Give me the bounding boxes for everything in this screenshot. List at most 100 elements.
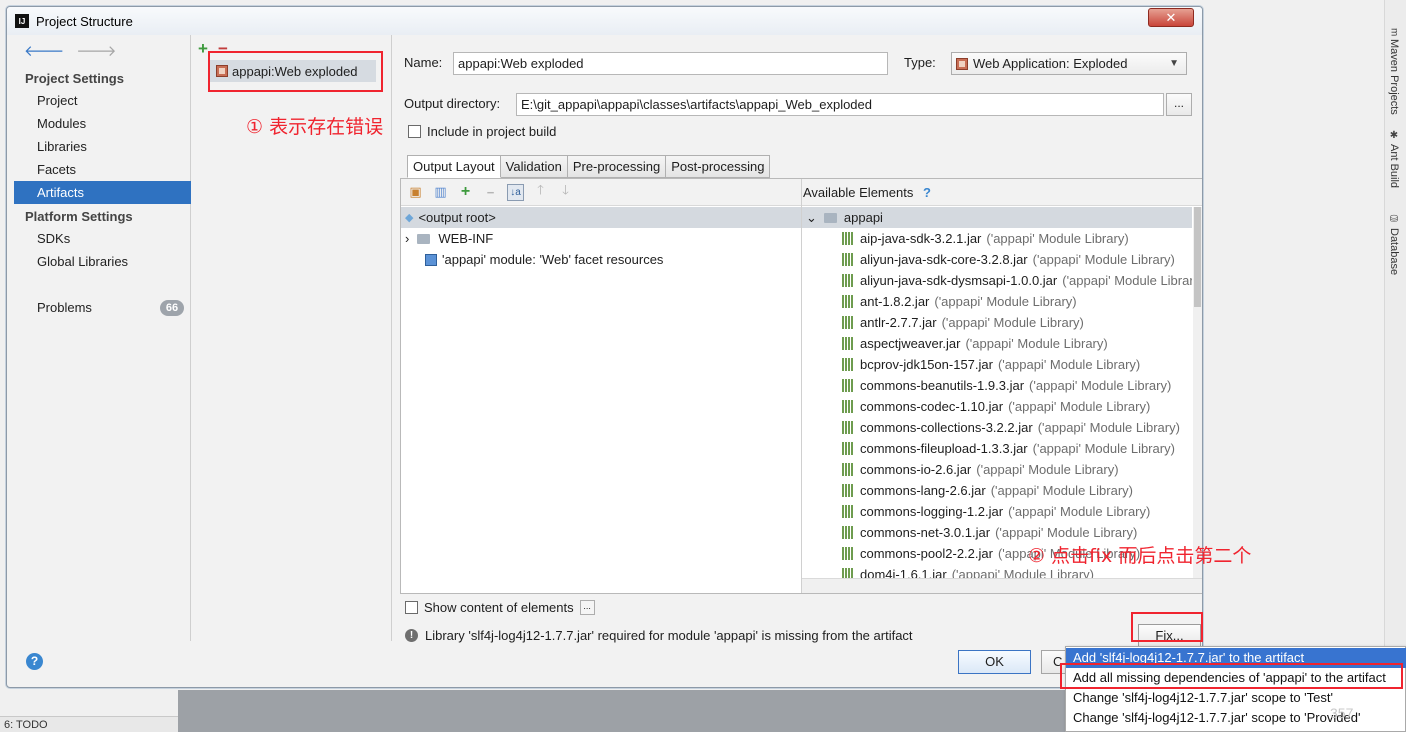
scrollbar-thumb[interactable] — [1194, 207, 1201, 307]
annotation-note-error: ① 表示存在错误 — [246, 116, 384, 138]
jar-library-icon — [842, 379, 855, 392]
library-row[interactable]: aspectjweaver.jar ('appapi' Module Librar… — [842, 333, 1108, 354]
output-root-icon: ◆ — [405, 212, 414, 224]
library-row[interactable]: commons-collections-3.2.2.jar ('appapi' M… — [842, 417, 1180, 438]
library-scope: ('appapi' Module Library) — [986, 231, 1129, 246]
output-layout-panel: ▣ ▥ + − ↓a 🡑 🡓 Available Elements ? ◆ <o… — [400, 178, 1202, 594]
jar-library-icon — [842, 463, 855, 476]
library-row[interactable]: commons-fileupload-1.3.3.jar ('appapi' Mo… — [842, 438, 1175, 459]
create-folder-icon[interactable]: ▣ — [407, 184, 424, 201]
nav-item-artifacts[interactable]: Artifacts — [14, 181, 191, 204]
jar-library-icon — [842, 421, 855, 434]
name-input[interactable]: appapi:Web exploded — [453, 52, 888, 75]
library-scope: ('appapi' Module Library) — [951, 567, 1094, 578]
sort-icon[interactable]: ↓a — [507, 183, 524, 201]
library-row[interactable]: ant-1.8.2.jar ('appapi' Module Library) — [842, 291, 1077, 312]
back-arrow-icon[interactable]: 🡐 — [24, 41, 64, 60]
library-name: commons-io-2.6.jar — [860, 462, 972, 477]
library-row[interactable]: commons-io-2.6.jar ('appapi' Module Libra… — [842, 459, 1119, 480]
library-row[interactable]: commons-codec-1.10.jar ('appapi' Module L… — [842, 396, 1150, 417]
library-scope: ('appapi' Module Library) — [934, 294, 1077, 309]
nav-item-problems[interactable]: Problems 66 — [14, 296, 191, 319]
popup-item-scope-test[interactable]: Change 'slf4j-log4j12-1.7.7.jar' scope t… — [1066, 688, 1406, 708]
nav-item-global-libraries[interactable]: Global Libraries — [14, 250, 191, 273]
library-row[interactable]: aliyun-java-sdk-core-3.2.8.jar ('appapi' … — [842, 249, 1175, 270]
tree-row-web-inf[interactable]: › WEB-INF — [401, 228, 493, 249]
jar-library-icon — [842, 295, 855, 308]
project-settings-header: Project Settings — [25, 71, 124, 86]
add-artifact-icon[interactable]: + — [198, 39, 208, 59]
todo-tool-bar[interactable]: 6: TODO — [0, 716, 178, 732]
tree-row-facet-resources[interactable]: 'appapi' module: 'Web' facet resources — [401, 249, 663, 270]
library-row[interactable]: aip-java-sdk-3.2.1.jar ('appapi' Module L… — [842, 228, 1129, 249]
help-question-icon[interactable]: ? — [923, 185, 931, 200]
horizontal-scrollbar[interactable] — [802, 578, 1202, 593]
chevron-down-icon[interactable]: ⌄ — [806, 210, 817, 226]
jar-library-icon — [842, 316, 855, 329]
type-dropdown[interactable]: Web Application: Exploded ▼ — [951, 52, 1187, 75]
output-root-row[interactable]: ◆ <output root> — [401, 207, 801, 228]
library-row[interactable]: commons-logging-1.2.jar ('appapi' Module … — [842, 501, 1150, 522]
nav-item-libraries[interactable]: Libraries — [14, 135, 191, 158]
ant-build-tool[interactable]: ✱ Ant Build — [1388, 130, 1400, 188]
library-name: commons-collections-3.2.2.jar — [860, 420, 1033, 435]
layout-toolbar: ▣ ▥ + − ↓a 🡑 🡓 — [401, 179, 801, 206]
nav-item-sdks[interactable]: SDKs — [14, 227, 191, 250]
library-scope: ('appapi' Module Library) — [1037, 420, 1180, 435]
jar-library-icon — [842, 232, 855, 245]
library-row[interactable]: antlr-2.7.7.jar ('appapi' Module Library) — [842, 312, 1084, 333]
archive-icon[interactable]: ▥ — [432, 184, 449, 201]
library-name: bcprov-jdk15on-157.jar — [860, 357, 993, 372]
nav-item-project[interactable]: Project — [14, 89, 191, 112]
library-name: commons-pool2-2.2.jar — [860, 546, 993, 561]
todo-label[interactable]: 6: TODO — [4, 719, 48, 731]
library-row[interactable]: commons-net-3.0.1.jar ('appapi' Module Li… — [842, 522, 1137, 543]
web-inf-label: WEB-INF — [438, 231, 494, 246]
jar-library-icon — [842, 400, 855, 413]
include-build-checkbox[interactable] — [408, 125, 421, 138]
maven-projects-label: Maven Projects — [1388, 39, 1400, 116]
tab-post-processing[interactable]: Post-processing — [666, 155, 771, 178]
move-down-icon[interactable]: 🡓 — [557, 182, 574, 201]
ok-button[interactable]: OK — [958, 650, 1031, 674]
library-row[interactable]: aliyun-java-sdk-dysmsapi-1.0.0.jar ('appa… — [842, 270, 1192, 291]
chevron-right-icon[interactable]: › — [405, 231, 409, 246]
show-content-options-button[interactable]: ... — [579, 600, 595, 615]
nav-item-facets[interactable]: Facets — [14, 158, 191, 181]
jar-library-icon — [842, 253, 855, 266]
facet-resources-label: 'appapi' module: 'Web' facet resources — [442, 252, 664, 267]
annotation-note-fix: ② 点击fix 而后点击第二个 — [1028, 545, 1252, 567]
forward-arrow-icon[interactable]: 🡒 — [76, 41, 116, 60]
tab-output-layout[interactable]: Output Layout — [407, 155, 501, 178]
appapi-module-row[interactable]: ⌄ appapi — [802, 207, 1192, 228]
title-bar[interactable]: IJ Project Structure ✕ — [7, 7, 1202, 35]
editor-area — [178, 690, 1065, 732]
show-content-checkbox[interactable] — [405, 601, 418, 614]
maven-projects-tool[interactable]: m Maven Projects — [1388, 28, 1400, 115]
library-scope: ('appapi' Module Library) — [1008, 504, 1151, 519]
move-up-icon[interactable]: 🡑 — [532, 182, 549, 201]
close-button[interactable]: ✕ — [1148, 8, 1194, 27]
help-button[interactable]: ? — [26, 653, 43, 670]
output-directory-label: Output directory: — [404, 96, 501, 111]
library-row[interactable]: commons-lang-2.6.jar ('appapi' Module Lib… — [842, 480, 1133, 501]
output-directory-input[interactable]: E:\git_appapi\appapi\classes\artifacts\a… — [516, 93, 1164, 116]
nav-item-modules[interactable]: Modules — [14, 112, 191, 135]
library-scope: ('appapi' Module Library) — [965, 336, 1108, 351]
tab-pre-processing[interactable]: Pre-processing — [567, 155, 667, 178]
tab-validation[interactable]: Validation — [500, 155, 568, 178]
remove-icon[interactable]: − — [482, 184, 499, 201]
vertical-scrollbar[interactable] — [1193, 207, 1202, 578]
library-row[interactable]: commons-beanutils-1.9.3.jar ('appapi' Mod… — [842, 375, 1171, 396]
layout-tabs: Output Layout Validation Pre-processing … — [407, 155, 771, 178]
problems-label: Problems — [37, 300, 92, 315]
database-tool[interactable]: ⛁ Database — [1388, 214, 1400, 275]
library-name: aliyun-java-sdk-core-3.2.8.jar — [860, 252, 1028, 267]
popup-item-scope-provided[interactable]: Change 'slf4j-log4j12-1.7.7.jar' scope t… — [1066, 708, 1406, 728]
browse-button[interactable]: ... — [1166, 93, 1192, 116]
web-app-type-icon — [956, 57, 968, 70]
library-name: aspectjweaver.jar — [860, 336, 961, 351]
available-elements-tree: ⌄ appapi aip-java-sdk-3.2.1.jar ('appapi'… — [802, 207, 1192, 578]
library-row[interactable]: bcprov-jdk15on-157.jar ('appapi' Module L… — [842, 354, 1140, 375]
add-icon[interactable]: + — [457, 183, 474, 201]
